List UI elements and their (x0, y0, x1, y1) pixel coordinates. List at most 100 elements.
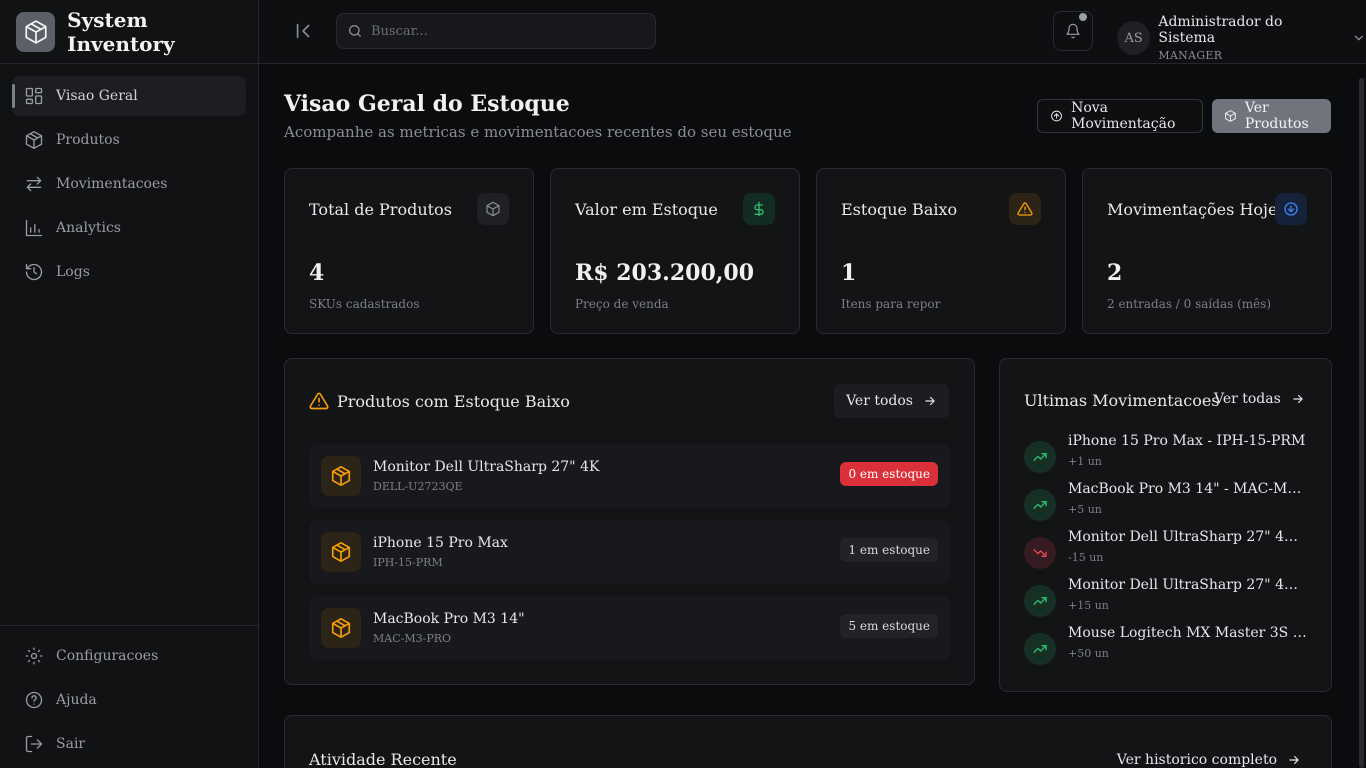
notifications-button[interactable] (1053, 11, 1093, 51)
movement-product: MacBook Pro M3 14" - MAC-M3-PRO (1068, 481, 1308, 497)
arrow-right-icon (1293, 394, 1303, 404)
list-item[interactable]: Monitor Dell UltraSharp 27" 4K DELL-U272… (309, 444, 950, 508)
stat-title: Valor em Estoque (575, 200, 718, 219)
list-item[interactable]: iPhone 15 Pro Max - IPH-15-PRM +1 un (1024, 433, 1314, 481)
warning-icon (1009, 193, 1041, 225)
bell-icon (1066, 23, 1080, 39)
arrow-right-icon (1289, 755, 1299, 765)
movement-product: iPhone 15 Pro Max - IPH-15-PRM (1068, 433, 1306, 449)
search-input[interactable] (371, 23, 641, 39)
notification-dot (1079, 13, 1087, 21)
product-name: Monitor Dell UltraSharp 27" 4K (373, 459, 600, 475)
recent-activity-card: Atividade Recente Ver historico completo (284, 715, 1332, 768)
new-movement-button[interactable]: Nova Movimentação (1037, 99, 1203, 133)
trending-up-icon (1024, 633, 1056, 665)
stat-value: 2 (1107, 260, 1123, 286)
search-box (336, 13, 656, 49)
trending-up-icon (1024, 441, 1056, 473)
stat-desc: SKUs cadastrados (309, 297, 420, 311)
stock-badge: 1 em estoque (840, 538, 938, 562)
sidebar-item-ajuda[interactable]: Ajuda (12, 680, 246, 720)
sidebar-footer: Configuracoes Ajuda Sair (0, 625, 258, 768)
main-content: Visao Geral do Estoque Acompanhe as metr… (259, 64, 1366, 768)
view-history-button[interactable]: Ver historico completo (1105, 743, 1313, 768)
latest-movements-card: Ultimas Movimentacoes Ver todas iPhone 1… (999, 358, 1332, 692)
product-sku: IPH-15-PRM (373, 556, 443, 569)
sidebar-item-produtos[interactable]: Produtos (12, 120, 246, 160)
stat-value: 1 (841, 260, 857, 286)
stat-title: Movimentações Hoje (1107, 200, 1278, 219)
list-item[interactable]: Monitor Dell UltraSharp 27" 4K - DELL-U2… (1024, 529, 1314, 577)
sidebar: System Inventory Visao Geral Produtos Mo… (0, 0, 259, 768)
sidebar-nav: Visao Geral Produtos Movimentacoes Analy… (0, 64, 258, 308)
list-item[interactable]: iPhone 15 Pro Max IPH-15-PRM 1 em estoqu… (309, 520, 950, 584)
stat-card-stock-value: Valor em Estoque R$ 203.200,00 Preço de … (550, 168, 800, 334)
scrollbar[interactable] (1359, 78, 1364, 768)
list-item[interactable]: Monitor Dell UltraSharp 27" 4K - DELL-U2… (1024, 577, 1314, 625)
chevron-down-icon (1355, 35, 1364, 41)
new-movement-label: Nova Movimentação (1071, 100, 1176, 132)
sidebar-item-analytics[interactable]: Analytics (12, 208, 246, 248)
logout-icon (25, 735, 43, 753)
sidebar-item-label: Movimentacoes (56, 176, 168, 192)
sidebar-item-label: Logs (56, 264, 90, 280)
user-role: MANAGER (1158, 49, 1223, 62)
help-circle-icon (25, 691, 43, 709)
warning-icon (309, 392, 329, 410)
package-icon (25, 131, 43, 149)
sidebar-item-sair[interactable]: Sair (12, 724, 246, 764)
movement-product: Mouse Logitech MX Master 3S - LOGI-MX3S (1068, 625, 1308, 641)
movement-product: Monitor Dell UltraSharp 27" 4K - DELL-U2… (1068, 577, 1308, 593)
sidebar-item-movimentacoes[interactable]: Movimentacoes (12, 164, 246, 204)
product-name: MacBook Pro M3 14" (373, 611, 525, 627)
stock-badge: 5 em estoque (840, 614, 938, 638)
list-item[interactable]: MacBook Pro M3 14" MAC-M3-PRO 5 em estoq… (309, 596, 950, 660)
view-all-label: Ver todos (846, 393, 913, 409)
sidebar-item-logs[interactable]: Logs (12, 252, 246, 292)
collapse-sidebar-button[interactable] (293, 20, 315, 42)
package-icon (321, 456, 361, 496)
dashboard-icon (25, 87, 43, 105)
app-title: System Inventory (67, 7, 175, 56)
view-all-low-stock-button[interactable]: Ver todos (834, 384, 949, 418)
package-icon (1225, 110, 1236, 122)
stat-desc: Preço de venda (575, 297, 669, 311)
arrows-left-right-icon (26, 176, 42, 192)
stock-badge: 0 em estoque (840, 462, 938, 486)
sidebar-item-configuracoes[interactable]: Configuracoes (12, 636, 246, 676)
arrow-up-circle-icon (1051, 110, 1062, 122)
sidebar-item-label: Produtos (56, 132, 120, 148)
low-stock-title: Produtos com Estoque Baixo (337, 391, 570, 411)
list-item[interactable]: MacBook Pro M3 14" - MAC-M3-PRO +5 un (1024, 481, 1314, 529)
recent-activity-title: Atividade Recente (309, 750, 457, 768)
sidebar-item-label: Sair (56, 736, 86, 752)
view-all-label: Ver todas (1214, 391, 1281, 407)
topbar: AS Administrador do Sistema MANAGER (259, 0, 1366, 64)
list-item[interactable]: Mouse Logitech MX Master 3S - LOGI-MX3S … (1024, 625, 1314, 673)
view-products-button[interactable]: Ver Produtos (1212, 99, 1331, 133)
trending-up-icon (1024, 489, 1056, 521)
package-icon (321, 608, 361, 648)
product-sku: DELL-U2723QE (373, 480, 463, 493)
movement-qty: -15 un (1068, 551, 1104, 564)
stat-desc: 2 entradas / 0 saídas (mês) (1107, 297, 1272, 311)
dollar-icon (743, 193, 775, 225)
stat-desc: Itens para repor (841, 297, 941, 311)
sidebar-item-visao-geral[interactable]: Visao Geral (12, 76, 246, 116)
search-icon (349, 25, 361, 37)
low-stock-header: Produtos com Estoque Baixo (309, 391, 570, 411)
brand: System Inventory (0, 0, 258, 64)
stat-card-low-stock: Estoque Baixo 1 Itens para repor (816, 168, 1066, 334)
view-all-movements-button[interactable]: Ver todas (1202, 382, 1317, 416)
product-sku: MAC-M3-PRO (373, 632, 452, 645)
user-name: Administrador do Sistema (1158, 14, 1283, 46)
arrow-down-circle-icon (1275, 193, 1307, 225)
trending-up-icon (1024, 585, 1056, 617)
user-menu[interactable]: AS Administrador do Sistema MANAGER (1117, 14, 1366, 62)
arrow-right-icon (925, 396, 935, 406)
gear-icon (25, 647, 43, 665)
bar-chart-icon (25, 219, 43, 237)
view-products-label: Ver Produtos (1244, 100, 1309, 132)
history-icon (25, 263, 43, 281)
avatar: AS (1117, 21, 1151, 55)
